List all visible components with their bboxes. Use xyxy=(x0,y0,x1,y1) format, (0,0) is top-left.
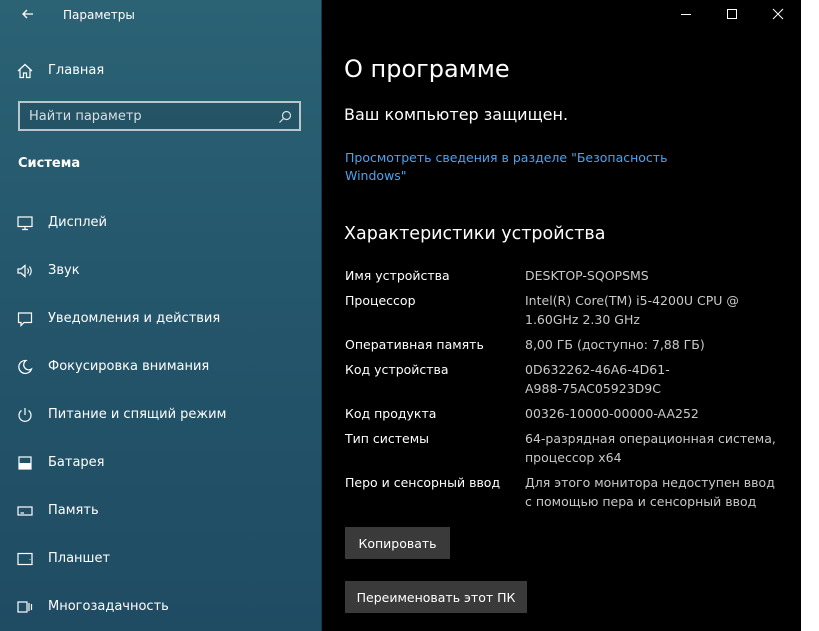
spec-label-pen-touch: Перо и сенсорный ввод xyxy=(345,475,501,490)
close-icon xyxy=(772,8,784,20)
back-button[interactable] xyxy=(18,4,38,24)
sidebar-item-notifications[interactable]: Уведомления и действия xyxy=(0,302,321,336)
sidebar-item-label: Уведомления и действия xyxy=(48,311,221,326)
spec-value-product-id: 00326-10000-00000-AA252 xyxy=(525,406,699,421)
page-title: О программе xyxy=(344,55,510,83)
spec-value-device-name: DESKTOP-SQOPSMS xyxy=(525,268,649,283)
close-button[interactable] xyxy=(768,4,788,24)
sidebar-item-label: Батарея xyxy=(48,455,105,470)
protection-status: Ваш компьютер защищен. xyxy=(344,105,569,124)
sidebar-item-label: Питание и спящий режим xyxy=(48,407,227,422)
display-icon xyxy=(17,216,33,231)
sidebar-item-label: Память xyxy=(48,503,99,518)
sidebar-item-power-sleep[interactable]: Питание и спящий режим xyxy=(0,398,321,432)
multitasking-icon xyxy=(17,601,33,613)
sidebar-item-label: Главная xyxy=(48,63,105,78)
maximize-button[interactable] xyxy=(722,4,742,24)
navigation-sidebar: Параметры Главная Найти параметр Система… xyxy=(0,0,322,631)
section-header-system: Система xyxy=(18,156,81,171)
sidebar-item-tablet[interactable]: Планшет xyxy=(0,542,321,576)
sidebar-item-label: Планшет xyxy=(48,551,111,566)
sidebar-item-label: Дисплей xyxy=(48,215,108,230)
spec-label-device-name: Имя устройства xyxy=(345,268,450,283)
security-details-link[interactable]: Просмотреть сведения в разделе "Безопасн… xyxy=(345,149,675,185)
back-arrow-icon xyxy=(22,9,33,19)
sidebar-item-display[interactable]: Дисплей xyxy=(0,206,321,240)
sidebar-item-label: Многозадачность xyxy=(48,599,169,614)
spec-value-system-type: 64-разрядная операционная система, проце… xyxy=(525,431,776,465)
spec-value-ram: 8,00 ГБ (доступно: 7,88 ГБ) xyxy=(525,337,705,352)
speaker-icon xyxy=(17,264,32,278)
storage-icon xyxy=(17,506,33,516)
battery-icon xyxy=(18,456,32,470)
search-input[interactable]: Найти параметр xyxy=(18,101,301,131)
content-pane: О программе Ваш компьютер защищен. Просм… xyxy=(322,0,801,631)
minimize-button[interactable] xyxy=(676,4,696,24)
sidebar-item-label: Звук xyxy=(48,263,80,278)
sidebar-item-sound[interactable]: Звук xyxy=(0,254,321,288)
moon-icon xyxy=(18,359,33,375)
tablet-icon xyxy=(17,552,33,566)
app-title: Параметры xyxy=(63,8,135,22)
sidebar-item-storage[interactable]: Память xyxy=(0,494,321,528)
minimize-icon xyxy=(681,14,691,15)
spec-value-pen-touch: Для этого монитора недоступен ввод с пом… xyxy=(525,475,775,509)
spec-label-processor: Процессор xyxy=(345,293,416,308)
sidebar-item-label: Фокусировка внимания xyxy=(48,359,210,374)
sidebar-item-multitasking[interactable]: Многозадачность xyxy=(0,590,321,624)
spec-value-processor: Intel(R) Core(TM) i5-4200U CPU @ 1.60GHz… xyxy=(525,293,739,327)
spec-label-product-id: Код продукта xyxy=(345,406,437,421)
notification-icon xyxy=(17,312,33,327)
spec-value-device-id: 0D632262-46A6-4D61-A988-75AC05923D9C xyxy=(525,362,670,396)
maximize-icon xyxy=(727,9,737,19)
rename-pc-button[interactable]: Переименовать этот ПК xyxy=(345,581,527,613)
copy-button[interactable]: Копировать xyxy=(345,527,450,559)
power-icon xyxy=(18,408,32,422)
sidebar-item-home[interactable]: Главная xyxy=(0,54,321,88)
device-specs-title: Характеристики устройства xyxy=(344,224,606,244)
search-icon xyxy=(279,110,292,123)
spec-label-system-type: Тип системы xyxy=(345,431,430,446)
home-icon xyxy=(17,63,33,79)
spec-label-ram: Оперативная память xyxy=(345,337,484,352)
search-placeholder: Найти параметр xyxy=(29,109,142,124)
spec-label-device-id: Код устройства xyxy=(345,362,449,377)
sidebar-item-battery[interactable]: Батарея xyxy=(0,446,321,480)
window-background-strip xyxy=(801,0,819,631)
sidebar-item-focus-assist[interactable]: Фокусировка внимания xyxy=(0,350,321,384)
